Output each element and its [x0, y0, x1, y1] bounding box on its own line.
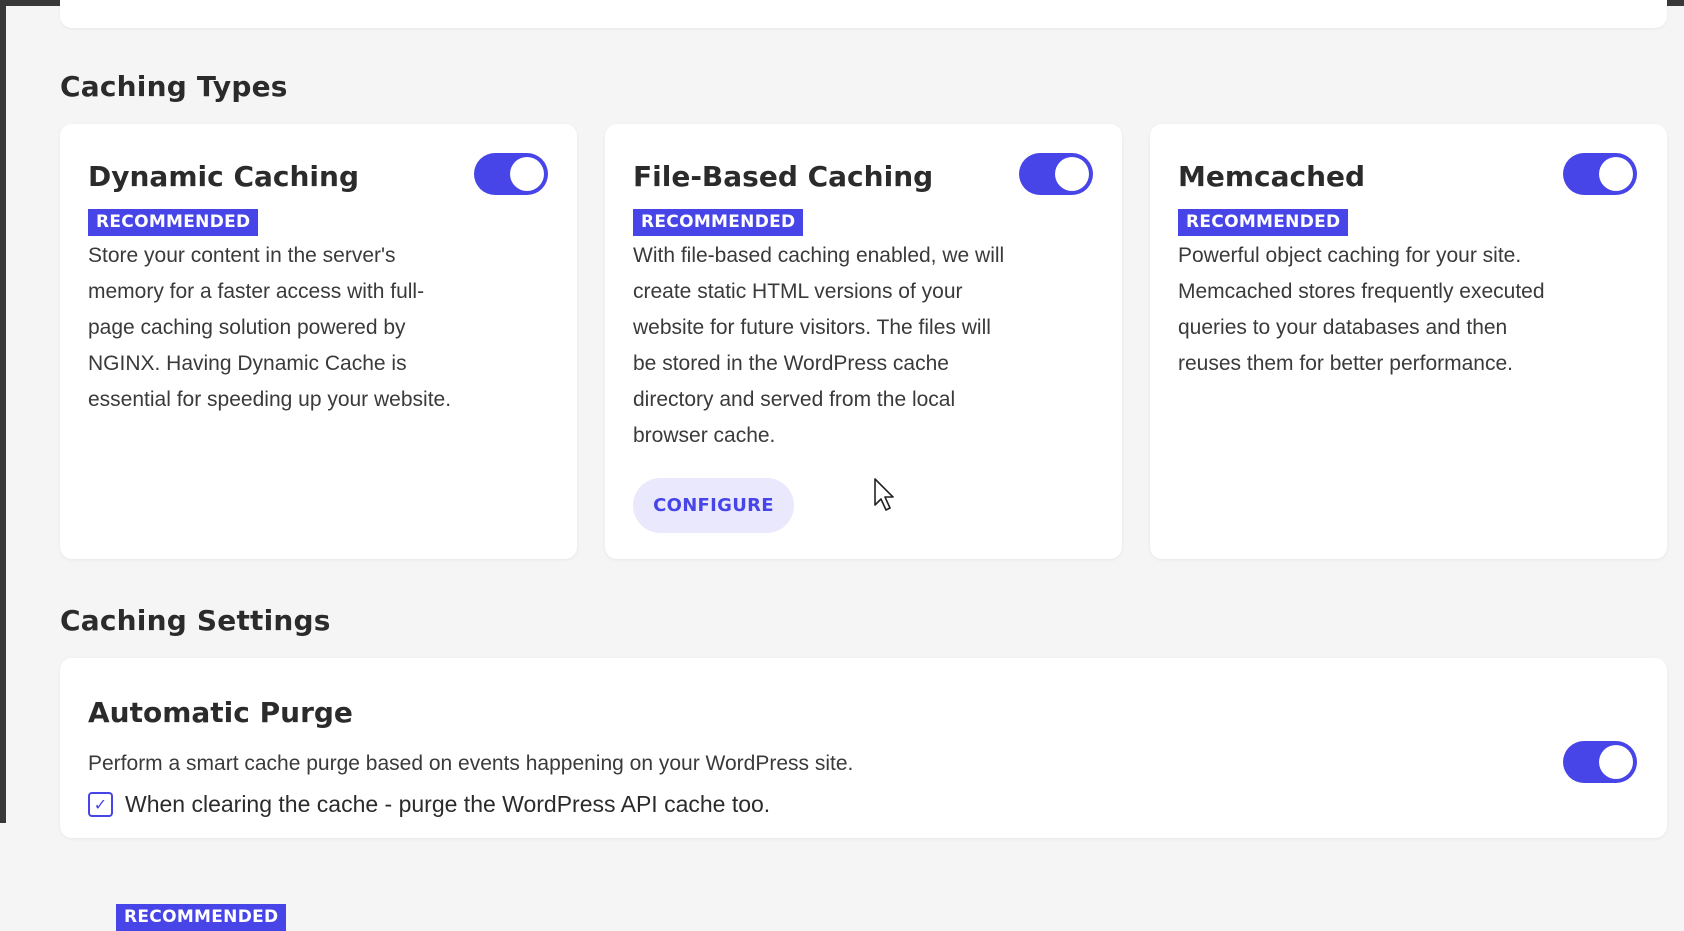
toggle-knob	[1055, 157, 1089, 191]
caching-settings-heading: Caching Settings	[60, 604, 331, 637]
recommended-badge: RECOMMENDED	[633, 209, 804, 236]
caching-types-heading: Caching Types	[60, 70, 288, 103]
recommended-badge: RECOMMENDED	[1178, 209, 1349, 236]
card-description: With file-based caching enabled, we will…	[633, 244, 1005, 447]
purge-api-cache-option[interactable]: ✓ When clearing the cache - purge the Wo…	[88, 791, 770, 818]
automatic-purge-description: Perform a smart cache purge based on eve…	[88, 752, 854, 775]
card-title: Dynamic Caching	[88, 160, 359, 193]
card-description: Store your content in the server's memor…	[88, 244, 452, 411]
card-title: Memcached	[1178, 160, 1366, 193]
check-icon: ✓	[93, 795, 108, 814]
purge-api-cache-label: When clearing the cache - purge the Word…	[125, 791, 771, 817]
automatic-purge-title-row: Automatic Purge RECOMMENDED	[88, 696, 353, 931]
recommended-badge: RECOMMENDED	[116, 904, 287, 931]
toggle-knob	[1599, 745, 1633, 779]
previous-section-card	[60, 0, 1667, 28]
card-description: Powerful object caching for your site. M…	[1178, 244, 1545, 375]
file-based-caching-toggle[interactable]	[1019, 153, 1093, 195]
window-left-border	[0, 0, 6, 823]
recommended-badge: RECOMMENDED	[88, 209, 259, 236]
file-based-caching-card: File-Based Caching RECOMMENDED With file…	[605, 124, 1122, 559]
mouse-pointer-icon	[874, 478, 894, 511]
automatic-purge-toggle[interactable]	[1563, 741, 1637, 783]
toggle-knob	[510, 157, 544, 191]
automatic-purge-title: Automatic Purge	[88, 696, 353, 729]
automatic-purge-card: Automatic Purge RECOMMENDED Perform a sm…	[60, 658, 1667, 931]
dynamic-caching-toggle[interactable]	[474, 153, 548, 195]
configure-button[interactable]: CONFIGURE	[633, 478, 794, 533]
dynamic-caching-card: Dynamic Caching RECOMMENDED Store your c…	[60, 124, 577, 559]
memcached-card: Memcached RECOMMENDED Powerful object ca…	[1150, 124, 1667, 559]
purge-api-cache-checkbox[interactable]: ✓	[88, 792, 113, 817]
memcached-toggle[interactable]	[1563, 153, 1637, 195]
toggle-knob	[1599, 157, 1633, 191]
card-title: File-Based Caching	[633, 160, 934, 193]
